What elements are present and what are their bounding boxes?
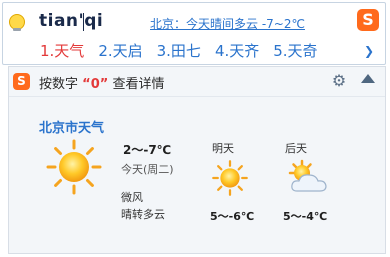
- detail-hint: 按数字 “0” 查看详情: [39, 73, 164, 92]
- sogou-logo-icon[interactable]: S: [357, 9, 379, 31]
- candidate-5[interactable]: 5.天奇: [273, 40, 317, 61]
- panel-header: S 按数字 “0” 查看详情 ⚙: [9, 67, 385, 97]
- city-title: 北京市天气: [39, 121, 105, 136]
- gear-icon[interactable]: ⚙: [331, 73, 347, 89]
- today-wind: 微风: [121, 191, 143, 204]
- weather-hint-link[interactable]: 北京：今天晴间多云 -7~2℃: [150, 15, 305, 32]
- tomorrow-label: 明天: [212, 142, 234, 155]
- day-after-label: 后天: [285, 142, 307, 155]
- sun-icon: [46, 139, 102, 195]
- today-temperature: 2～-7℃: [123, 143, 172, 157]
- weather-panel: S 按数字 “0” 查看详情 ⚙ 北京市天气 2～-7℃ 今天(周二) 微风 晴…: [8, 66, 386, 254]
- chevron-right-icon[interactable]: ❯: [361, 43, 377, 59]
- day-after-temperature: 5～-4℃: [283, 210, 328, 223]
- candidate-4[interactable]: 4.天齐: [215, 40, 259, 61]
- candidate-list: 1.天气 2.天启 3.田七 4.天齐 5.天奇: [40, 40, 318, 61]
- sogou-logo-icon: S: [13, 73, 30, 90]
- text-caret: [83, 13, 84, 31]
- lightbulb-icon[interactable]: [9, 14, 25, 31]
- pinyin-input[interactable]: tian'qi: [39, 11, 103, 31]
- collapse-arrow-icon[interactable]: [361, 74, 375, 83]
- tomorrow-temperature: 5～-6℃: [210, 210, 255, 223]
- today-date: 今天(周二): [121, 163, 174, 176]
- candidate-2[interactable]: 2.天启: [98, 40, 142, 61]
- sun-icon: [212, 160, 248, 196]
- detail-hint-key: “0”: [82, 77, 109, 92]
- candidate-1[interactable]: 1.天气: [40, 40, 84, 61]
- candidate-3[interactable]: 3.田七: [157, 40, 201, 61]
- detail-hint-prefix: 按数字: [39, 77, 79, 92]
- today-condition: 晴转多云: [121, 208, 165, 221]
- detail-hint-suffix: 查看详情: [112, 77, 165, 92]
- partly-cloudy-icon: [288, 159, 327, 192]
- ime-candidate-window: tian'qi 北京：今天晴间多云 -7~2℃ S 1.天气 2.天启 3.田七…: [2, 2, 386, 65]
